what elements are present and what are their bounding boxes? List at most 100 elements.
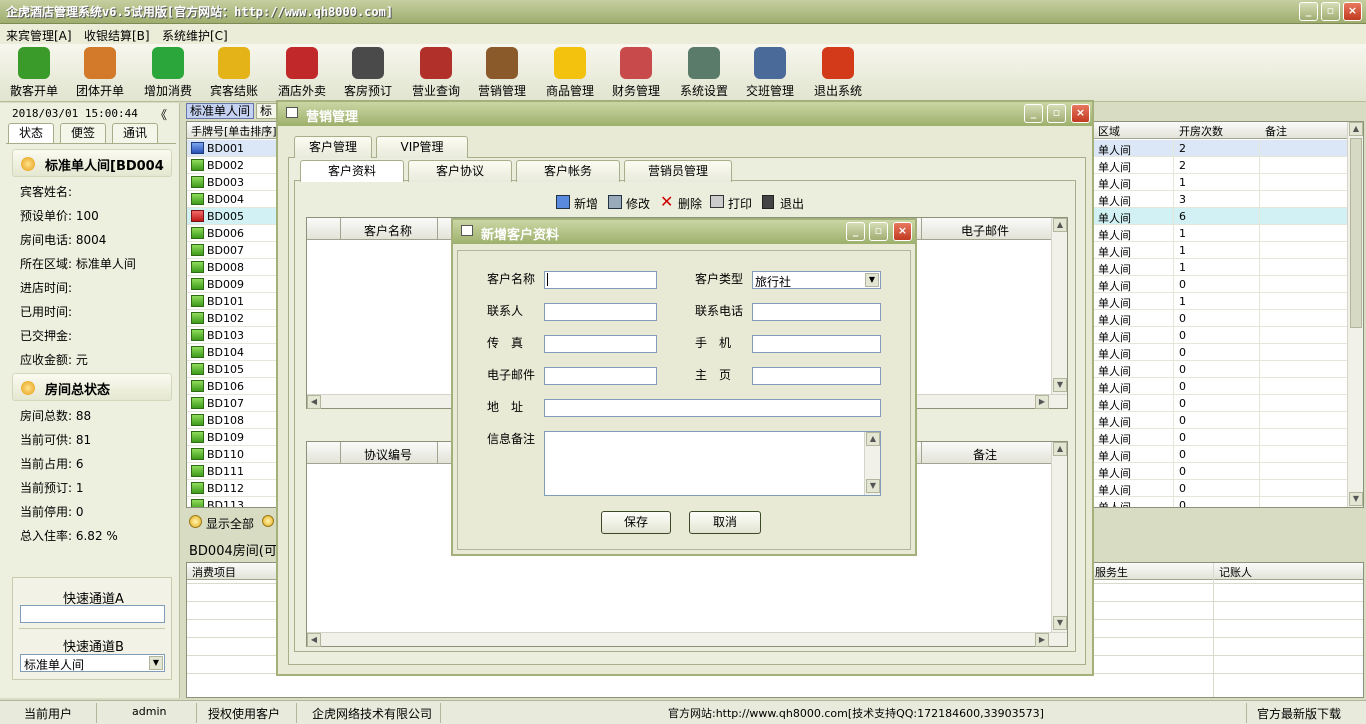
- room-row-right[interactable]: 单人间 0: [1093, 497, 1347, 507]
- room-row-right[interactable]: 单人间 1: [1093, 225, 1347, 242]
- menu-cashier[interactable]: 收银结算[B]: [84, 27, 150, 44]
- room-row-right[interactable]: 单人间 1: [1093, 174, 1347, 191]
- tab-notes[interactable]: 便签: [60, 123, 106, 143]
- room-row-right[interactable]: 单人间 0: [1093, 395, 1347, 412]
- toolbar-button-12[interactable]: 退出系统: [806, 47, 870, 99]
- print-button[interactable]: 打印: [728, 195, 752, 212]
- col-agreement-no[interactable]: 协议编号: [364, 446, 412, 463]
- room-row[interactable]: BD002: [187, 157, 279, 174]
- room-row-right[interactable]: 单人间 1: [1093, 293, 1347, 310]
- tab-sales-staff[interactable]: 营销员管理: [624, 160, 732, 182]
- toolbar-button-6[interactable]: 营业查询: [404, 47, 468, 99]
- room-row[interactable]: BD106: [187, 378, 279, 395]
- tab-contacts[interactable]: 通讯: [112, 123, 158, 143]
- dialog-maximize-button[interactable]: ▫: [869, 222, 888, 241]
- room-row-right[interactable]: 单人间 0: [1093, 276, 1347, 293]
- new-button[interactable]: 新增: [574, 195, 598, 212]
- room-row-right[interactable]: 单人间 0: [1093, 344, 1347, 361]
- tab-customer-info[interactable]: 客户资料: [300, 160, 404, 182]
- room-row[interactable]: BD003: [187, 174, 279, 191]
- col-remark[interactable]: 备注: [1265, 123, 1287, 139]
- download-latest-link[interactable]: 官方最新版下载: [1257, 705, 1341, 722]
- toolbar-button-11[interactable]: 交班管理: [738, 47, 802, 99]
- room-row-right[interactable]: 单人间 0: [1093, 412, 1347, 429]
- quick-a-input[interactable]: [20, 605, 165, 623]
- official-site[interactable]: 官方网站:http://www.qh8000.com[技术支持QQ:172184…: [668, 705, 1044, 721]
- collapse-icon[interactable]: 《: [155, 106, 167, 123]
- col-open-count[interactable]: 开房次数: [1179, 123, 1223, 139]
- room-row-right[interactable]: 单人间 0: [1093, 310, 1347, 327]
- type-chevron-down-icon[interactable]: ▼: [865, 273, 879, 287]
- phone-input[interactable]: [752, 303, 881, 321]
- room-row[interactable]: BD103: [187, 327, 279, 344]
- toolbar-button-9[interactable]: 财务管理: [604, 47, 668, 99]
- col-email[interactable]: 电子邮件: [961, 222, 1009, 239]
- room-tab-standard-single[interactable]: 标准单人间: [186, 103, 254, 119]
- radio-icon-2[interactable]: [262, 515, 274, 527]
- marketing-maximize-button[interactable]: ▫: [1047, 104, 1066, 123]
- room-row[interactable]: BD005: [187, 208, 279, 225]
- tab-customer-account[interactable]: 客户帐务: [516, 160, 620, 182]
- room-tab-more[interactable]: 标: [256, 103, 278, 119]
- customer-name-input[interactable]: [544, 271, 657, 289]
- menu-guest-management[interactable]: 来宾管理[A]: [6, 27, 72, 44]
- fax-input[interactable]: [544, 335, 657, 353]
- room-row-right[interactable]: 单人间 2: [1093, 157, 1347, 174]
- toolbar-button-3[interactable]: 宾客结账: [202, 47, 266, 99]
- room-row[interactable]: BD104: [187, 344, 279, 361]
- room-row[interactable]: BD001: [187, 140, 279, 157]
- toolbar-button-0[interactable]: 散客开单: [2, 47, 66, 99]
- col-booker[interactable]: 记账人: [1219, 564, 1252, 580]
- room-row-right[interactable]: 单人间 0: [1093, 361, 1347, 378]
- maximize-button[interactable]: ▫: [1321, 2, 1340, 21]
- quick-b-select[interactable]: 标准单人间 ▼: [20, 654, 165, 672]
- toolbar-button-7[interactable]: 营销管理: [470, 47, 534, 99]
- room-row-right[interactable]: 单人间 0: [1093, 463, 1347, 480]
- toolbar-button-5[interactable]: 客房预订: [336, 47, 400, 99]
- email-input[interactable]: [544, 367, 657, 385]
- minimize-button[interactable]: _: [1299, 2, 1318, 21]
- room-row-right[interactable]: 单人间 1: [1093, 259, 1347, 276]
- room-row[interactable]: BD008: [187, 259, 279, 276]
- toolbar-button-4[interactable]: 酒店外卖: [270, 47, 334, 99]
- col-agreement-remark[interactable]: 备注: [973, 446, 997, 463]
- tab-customer-agreement[interactable]: 客户协议: [408, 160, 512, 182]
- room-row[interactable]: BD112: [187, 480, 279, 497]
- col-room-no[interactable]: 手牌号[单击排序]: [191, 123, 277, 139]
- toolbar-button-1[interactable]: 团体开单: [68, 47, 132, 99]
- delete-button[interactable]: 删除: [678, 195, 702, 212]
- scroll-thumb[interactable]: [1350, 138, 1362, 328]
- agreement-grid-hscroll[interactable]: ◀ ▶: [307, 632, 1067, 647]
- room-row[interactable]: BD110: [187, 446, 279, 463]
- col-area[interactable]: 区域: [1098, 123, 1120, 139]
- room-row[interactable]: BD009: [187, 276, 279, 293]
- note-textarea[interactable]: ▲ ▼: [544, 431, 881, 496]
- room-grid-scrollbar[interactable]: ▲ ▼: [1347, 122, 1363, 507]
- chevron-down-icon[interactable]: ▼: [149, 656, 163, 670]
- room-row[interactable]: BD109: [187, 429, 279, 446]
- room-row-right[interactable]: 单人间 0: [1093, 480, 1347, 497]
- room-row-right[interactable]: 单人间 0: [1093, 429, 1347, 446]
- toolbar-button-10[interactable]: 系统设置: [672, 47, 736, 99]
- close-button[interactable]: ×: [1343, 2, 1362, 21]
- col-waiter[interactable]: 服务生: [1095, 564, 1128, 580]
- room-row-right[interactable]: 单人间 2: [1093, 140, 1347, 157]
- marketing-close-button[interactable]: ×: [1071, 104, 1090, 123]
- menu-system-maintenance[interactable]: 系统维护[C]: [162, 27, 228, 44]
- address-input[interactable]: [544, 399, 881, 417]
- toolbar-button-8[interactable]: 商品管理: [538, 47, 602, 99]
- customer-type-select[interactable]: 旅行社 ▼: [752, 271, 881, 289]
- contact-input[interactable]: [544, 303, 657, 321]
- room-row[interactable]: BD111: [187, 463, 279, 480]
- mobile-input[interactable]: [752, 335, 881, 353]
- tab-vip-management[interactable]: VIP管理: [376, 136, 468, 158]
- edit-button[interactable]: 修改: [626, 195, 650, 212]
- room-row[interactable]: BD108: [187, 412, 279, 429]
- col-customer-name[interactable]: 客户名称: [364, 222, 412, 239]
- room-row[interactable]: BD105: [187, 361, 279, 378]
- room-row-right[interactable]: 单人间 1: [1093, 242, 1347, 259]
- customer-grid-vscroll[interactable]: ▲ ▼: [1051, 218, 1067, 394]
- room-row-right[interactable]: 单人间 3: [1093, 191, 1347, 208]
- room-row-right[interactable]: 单人间 0: [1093, 327, 1347, 344]
- room-row-right[interactable]: 单人间 6: [1093, 208, 1347, 225]
